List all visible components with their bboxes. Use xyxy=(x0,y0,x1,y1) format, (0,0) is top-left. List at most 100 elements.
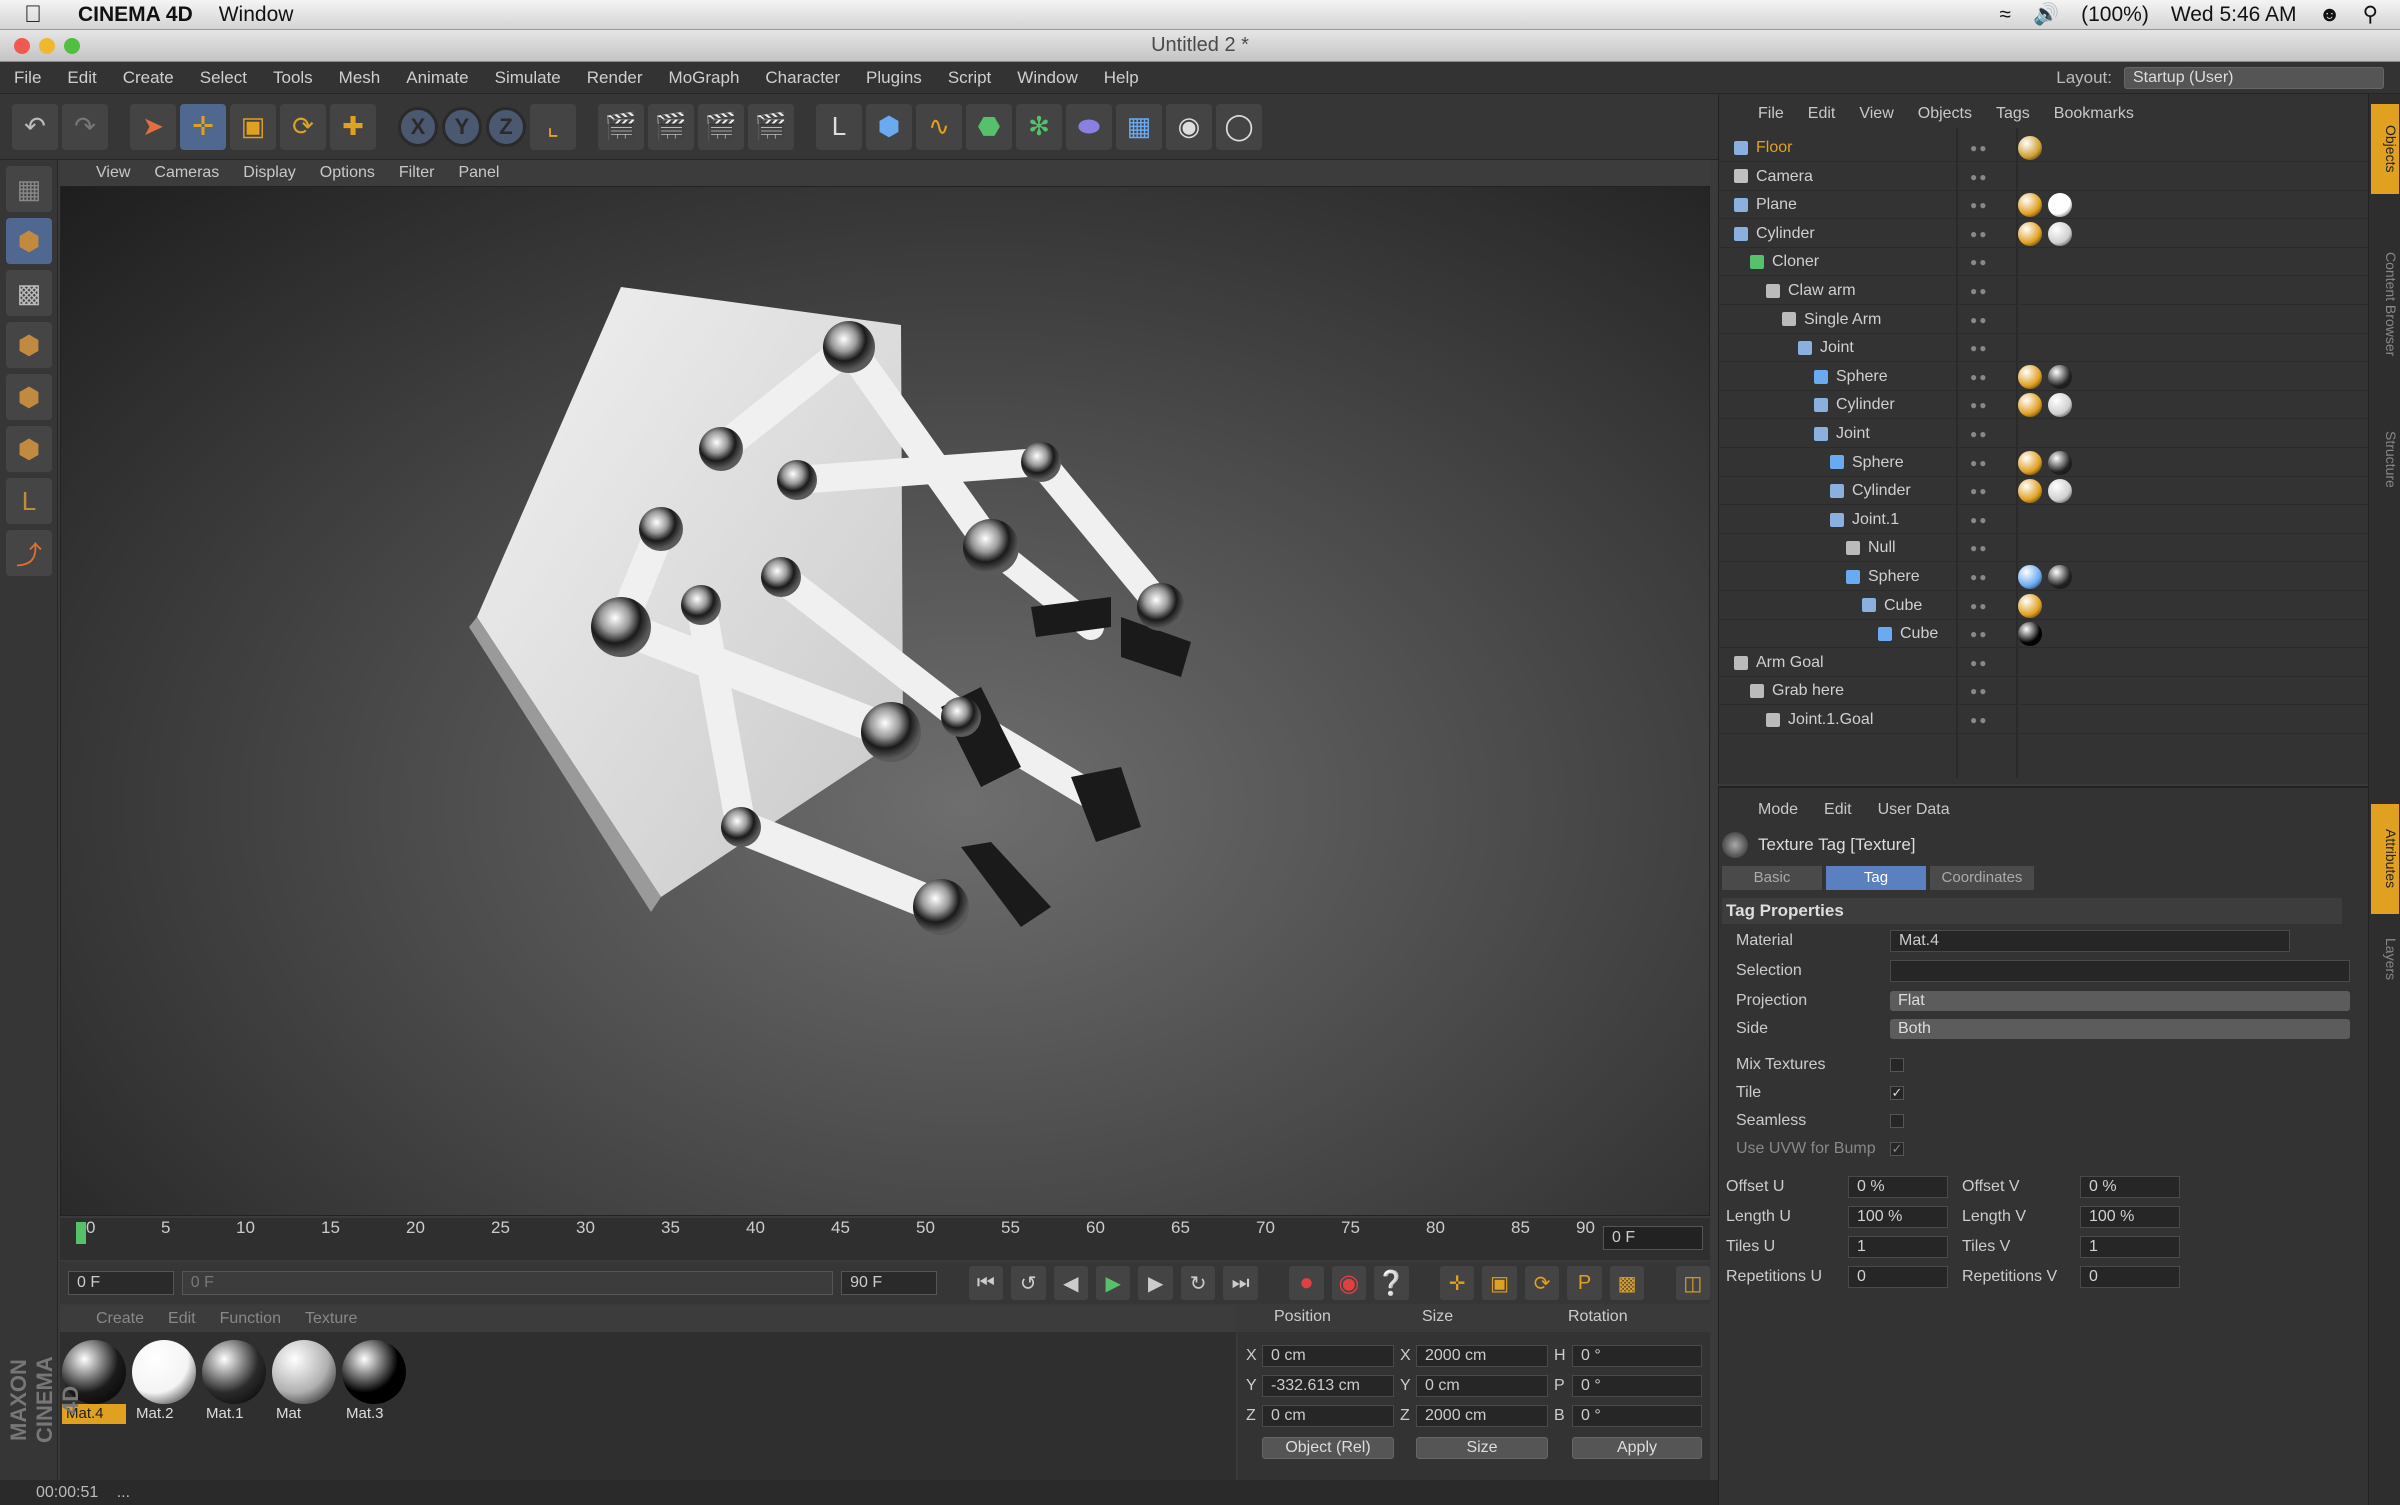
object-row[interactable]: Sphere ●● xyxy=(1718,363,2368,391)
visibility-dots-icon[interactable]: ●● xyxy=(1970,334,2000,362)
object-row[interactable]: Cylinder ●● xyxy=(1718,391,2368,420)
seamless-checkbox[interactable] xyxy=(1890,1114,1904,1128)
mat-menu-texture[interactable]: Texture xyxy=(305,1310,357,1328)
magnet-icon[interactable]: ⤴ xyxy=(6,530,52,576)
select-arrow-icon[interactable]: ➤ xyxy=(130,103,176,150)
rotate-tool-icon[interactable]: ⟳ xyxy=(280,103,326,150)
obj-menu-view[interactable]: View xyxy=(1859,105,1893,123)
object-row[interactable]: Joint ●● xyxy=(1718,334,2368,363)
deformer-icon[interactable]: ⬬ xyxy=(1066,103,1112,150)
rep-v-field[interactable]: 0 xyxy=(2080,1266,2180,1288)
texture-tag-icon[interactable] xyxy=(2018,136,2042,160)
app-menu[interactable]: CINEMA 4D xyxy=(78,3,193,27)
texture-tag-icon[interactable] xyxy=(2018,593,2042,618)
viewport-menu-panel[interactable]: Panel xyxy=(458,164,499,182)
material-swatch[interactable]: Mat.3 xyxy=(342,1340,406,1430)
tab-basic[interactable]: Basic xyxy=(1722,866,1822,890)
redo-icon[interactable]: ↷ xyxy=(62,103,108,150)
object-row[interactable]: Joint ●● xyxy=(1718,420,2368,448)
visibility-dots-icon[interactable]: ●● xyxy=(1970,248,2000,276)
object-row[interactable]: Claw arm ●● xyxy=(1718,277,2368,305)
end-frame-field[interactable]: 90 F xyxy=(841,1271,938,1295)
apply-button[interactable]: Apply xyxy=(1572,1437,1702,1459)
object-row[interactable]: Cube ●● xyxy=(1718,592,2368,620)
menu-mesh[interactable]: Mesh xyxy=(339,68,381,88)
y-axis-lock-icon[interactable]: Y xyxy=(442,106,482,147)
visibility-dots-icon[interactable]: ●● xyxy=(1970,477,2000,505)
menu-mograph[interactable]: MoGraph xyxy=(669,68,740,88)
visibility-dots-icon[interactable]: ●● xyxy=(1970,449,2000,477)
selection-field[interactable] xyxy=(1890,960,2350,982)
object-row[interactable]: Single Arm ●● xyxy=(1718,306,2368,334)
tab-coordinates[interactable]: Coordinates xyxy=(1930,866,2034,890)
visibility-dots-icon[interactable]: ●● xyxy=(1970,506,2000,534)
material-swatch[interactable]: Mat.2 xyxy=(132,1340,196,1430)
side-tab-structure[interactable]: Structure xyxy=(2371,414,2399,504)
size-mode-dropdown[interactable]: Size xyxy=(1416,1437,1548,1459)
menu-file[interactable]: File xyxy=(14,68,41,88)
visibility-dots-icon[interactable]: ●● xyxy=(1970,363,2000,391)
length-u-field[interactable]: 100 % xyxy=(1848,1206,1948,1228)
side-tab-content-browser[interactable]: Content Browser xyxy=(2371,204,2399,404)
tile-checkbox[interactable]: ✓ xyxy=(1890,1086,1904,1100)
visibility-dots-icon[interactable]: ●● xyxy=(1970,391,2000,419)
rotation-field[interactable]: 0 ° xyxy=(1572,1345,1702,1367)
texture-tag-icon[interactable] xyxy=(2048,193,2072,218)
menu-plugins[interactable]: Plugins xyxy=(866,68,922,88)
visibility-dots-icon[interactable]: ●● xyxy=(1970,163,2000,191)
object-row[interactable]: Arm Goal ●● xyxy=(1718,649,2368,677)
material-field[interactable]: Mat.4 xyxy=(1890,930,2290,952)
material-swatch[interactable]: Mat xyxy=(272,1340,336,1430)
playhead[interactable] xyxy=(76,1222,86,1244)
position-field[interactable]: 0 cm xyxy=(1262,1345,1394,1367)
att-menu-edit[interactable]: Edit xyxy=(1824,801,1852,819)
tiles-v-field[interactable]: 1 xyxy=(2080,1236,2180,1258)
menu-tools[interactable]: Tools xyxy=(273,68,313,88)
render-picture-viewer-icon[interactable]: 🎬 xyxy=(648,103,694,150)
apple-icon[interactable]:  xyxy=(24,1,52,29)
prev-key-icon[interactable]: ↺ xyxy=(1011,1266,1046,1300)
frame-range-slider[interactable]: 0 F xyxy=(181,1271,834,1295)
texture-tag-icon[interactable] xyxy=(2048,479,2072,504)
play-icon[interactable]: ▶ xyxy=(1096,1266,1131,1300)
clock[interactable]: Wed 5:46 AM xyxy=(2171,3,2297,27)
object-row[interactable]: Cube ●● xyxy=(1718,620,2368,649)
texture-tag-icon[interactable] xyxy=(2048,565,2072,589)
object-row[interactable]: Grab here ●● xyxy=(1718,677,2368,706)
size-field[interactable]: 2000 cm xyxy=(1416,1405,1548,1427)
goto-end-icon[interactable]: ⏭ xyxy=(1223,1266,1258,1300)
obj-menu-tags[interactable]: Tags xyxy=(1996,105,2030,123)
minimize-button[interactable] xyxy=(39,38,55,54)
tab-tag[interactable]: Tag xyxy=(1826,866,1926,890)
volume-icon[interactable]: 🔊 xyxy=(2033,3,2059,27)
spotlight-icon[interactable]: ⚲ xyxy=(2363,2,2378,27)
material-swatch[interactable]: Mat.1 xyxy=(202,1340,266,1430)
side-tab-attributes[interactable]: Attributes xyxy=(2371,804,2399,914)
coordinate-mode-dropdown[interactable]: Object (Rel) xyxy=(1262,1437,1394,1459)
att-menu-userdata[interactable]: User Data xyxy=(1878,801,1950,819)
null-object-icon[interactable]: L xyxy=(816,103,862,150)
camera-icon[interactable]: ◉ xyxy=(1166,103,1212,150)
obj-menu-edit[interactable]: Edit xyxy=(1808,105,1836,123)
viewport-menu-filter[interactable]: Filter xyxy=(399,164,435,182)
texture-tag-icon[interactable] xyxy=(2018,393,2042,418)
viewport-menu-options[interactable]: Options xyxy=(320,164,375,182)
position-field[interactable]: -332.613 cm xyxy=(1262,1375,1394,1397)
zoom-button[interactable] xyxy=(64,38,80,54)
layout-dropdown[interactable]: Startup (User) xyxy=(2124,66,2384,89)
polygons-mode-icon[interactable]: ⬢ xyxy=(6,426,52,472)
key-scale-icon[interactable]: ▣ xyxy=(1482,1266,1517,1300)
prev-frame-icon[interactable]: ◀ xyxy=(1053,1266,1089,1300)
position-field[interactable]: 0 cm xyxy=(1262,1405,1394,1427)
edit-render-settings-icon[interactable]: 🎬 xyxy=(698,103,744,150)
spline-icon[interactable]: ∿ xyxy=(916,103,962,150)
offset-u-field[interactable]: 0 % xyxy=(1848,1176,1948,1198)
length-v-field[interactable]: 100 % xyxy=(2080,1206,2180,1228)
wifi-icon[interactable]: ≈ xyxy=(1999,3,2011,27)
texture-tag-icon[interactable] xyxy=(2018,193,2042,218)
object-row[interactable]: Cloner ●● xyxy=(1718,248,2368,277)
key-position-icon[interactable]: ✛ xyxy=(1439,1266,1475,1300)
points-mode-icon[interactable]: ⬢ xyxy=(6,322,52,368)
object-row[interactable]: Sphere ●● xyxy=(1718,449,2368,477)
object-row[interactable]: Cylinder ●● xyxy=(1718,477,2368,506)
